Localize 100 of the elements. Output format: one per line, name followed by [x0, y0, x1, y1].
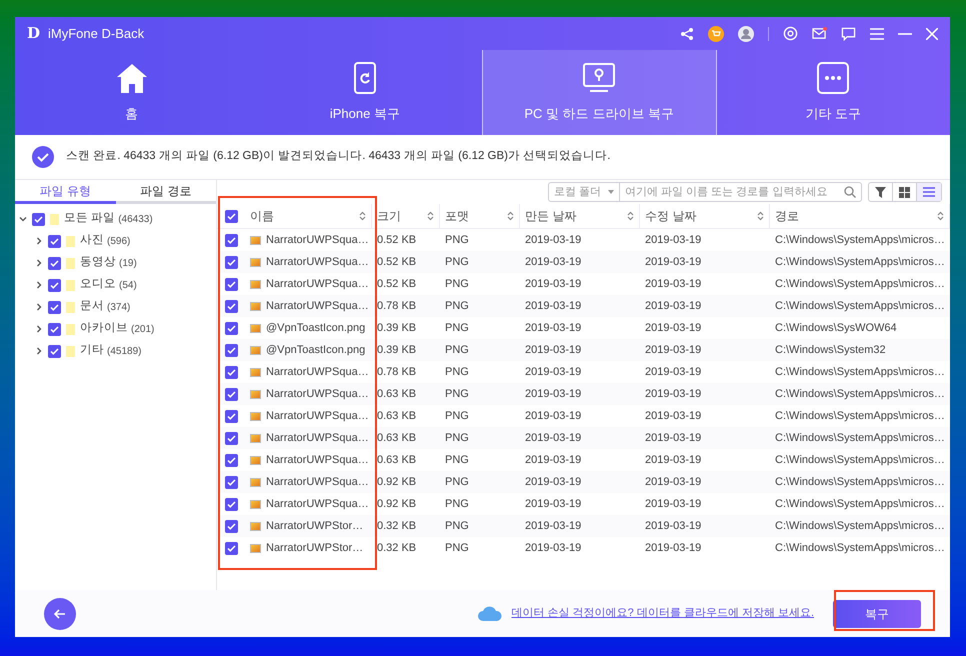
tree-item-label[interactable]: 오디오	[80, 276, 116, 294]
column-header[interactable]: 이름	[245, 204, 372, 228]
checkbox[interactable]	[224, 476, 238, 488]
table-cell-text: 2019-03-19	[645, 518, 702, 534]
tree-item-label[interactable]: 아카이브	[80, 320, 128, 338]
checkbox[interactable]	[224, 520, 238, 532]
cart-icon[interactable]	[708, 26, 724, 42]
table-cell-text: 2019-03-19	[645, 386, 702, 402]
table-cell-text: PNG	[445, 408, 469, 424]
cloud-icon	[477, 606, 504, 621]
checkbox[interactable]	[224, 256, 238, 268]
collapsed-caret-icon[interactable]	[35, 259, 43, 267]
table-cell-text: C:\Windows\SystemApps\micros…	[775, 474, 945, 490]
column-header[interactable]: 수정 날짜	[640, 204, 770, 228]
checkbox[interactable]	[224, 322, 238, 334]
checkbox[interactable]	[48, 234, 61, 248]
chat-icon[interactable]	[841, 26, 856, 40]
table-cell-text: 2019-03-19	[645, 452, 702, 468]
sidebar-tab[interactable]: 파일 경로	[116, 180, 216, 204]
list-view-button[interactable]	[917, 183, 941, 201]
checkbox[interactable]	[224, 366, 238, 378]
share-icon[interactable]	[680, 26, 694, 40]
search-icon	[844, 186, 856, 198]
table-cell-text: NarratorUWPSqua…	[266, 254, 369, 270]
column-header[interactable]: 포맷	[440, 204, 520, 228]
checkbox[interactable]	[224, 454, 238, 466]
check-circle-icon	[32, 146, 54, 168]
folder-icon	[66, 346, 75, 356]
tree-item-label[interactable]: 기타	[80, 342, 104, 360]
table-cell-text: 2019-03-19	[645, 298, 702, 314]
table-cell-text: PNG	[445, 430, 469, 446]
search-field[interactable]: 여기에 파일 이름 또는 경로를 입력하세요	[620, 182, 862, 202]
table-cell-text: 2019-03-19	[525, 496, 582, 512]
folder-icon	[66, 258, 75, 268]
collapsed-caret-icon[interactable]	[35, 237, 43, 245]
table-cell-text: NarratorUWPSqua…	[266, 474, 369, 490]
checkbox[interactable]	[224, 410, 238, 422]
image-file-icon	[250, 368, 261, 376]
sidebar-tab[interactable]: 파일 유형	[15, 180, 116, 204]
checkbox[interactable]	[224, 234, 238, 246]
tree-item-label[interactable]: 사진	[80, 232, 104, 250]
table-cell-text: 2019-03-19	[645, 364, 702, 380]
user-avatar-icon[interactable]	[738, 26, 754, 42]
collapsed-caret-icon[interactable]	[35, 281, 43, 289]
image-file-icon	[250, 478, 261, 486]
table-cell-text: 2019-03-19	[645, 474, 702, 490]
table-cell-text: C:\Windows\SystemApps\micros…	[775, 386, 945, 402]
table-cell-text: NarratorUWPSqua…	[266, 386, 369, 402]
sort-icon	[627, 211, 634, 221]
checkbox[interactable]	[48, 322, 61, 336]
folder-icon	[66, 302, 75, 312]
table-cell-text: 0.92 KB	[377, 496, 416, 512]
collapsed-caret-icon[interactable]	[35, 347, 43, 355]
checkbox[interactable]	[48, 278, 61, 292]
nav-tab[interactable]: iPhone 복구	[248, 50, 482, 135]
table-cell-text: 0.52 KB	[377, 254, 416, 270]
checkbox[interactable]	[224, 344, 238, 356]
table-cell-text: NarratorUWPSqua…	[266, 408, 369, 424]
recover-button[interactable]: 복구	[833, 600, 921, 628]
close-icon[interactable]	[926, 28, 938, 40]
checkbox[interactable]	[224, 300, 238, 312]
nav-tab[interactable]: PC 및 하드 드라이브 복구	[482, 50, 717, 135]
checkbox[interactable]	[32, 212, 45, 226]
table-cell-text: 2019-03-19	[525, 518, 582, 534]
collapsed-caret-icon[interactable]	[35, 325, 43, 333]
tree-item-label[interactable]: 모든 파일	[64, 210, 116, 228]
sort-icon	[359, 211, 366, 221]
checkbox[interactable]	[224, 432, 238, 444]
table-cell-text: NarratorUWPSqua…	[266, 276, 369, 292]
checkbox[interactable]	[48, 300, 61, 314]
checkbox[interactable]	[224, 278, 238, 290]
table-cell-text: C:\Windows\SystemApps\micros…	[775, 276, 945, 292]
image-file-icon	[250, 346, 261, 354]
table-cell-text: C:\Windows\SystemApps\micros…	[775, 496, 945, 512]
menu-icon[interactable]	[870, 28, 884, 40]
checkbox[interactable]	[224, 498, 238, 510]
column-header[interactable]: 크기	[372, 204, 440, 228]
nav-tab[interactable]: 홈	[15, 50, 248, 135]
nav-tab[interactable]: 기타 도구	[716, 50, 950, 135]
checkbox[interactable]	[224, 388, 238, 400]
back-button[interactable]	[44, 598, 76, 630]
expanded-caret-icon[interactable]	[19, 215, 27, 223]
cloud-backup-link[interactable]: 데이터 손실 걱정이에요? 데이터를 클라우드에 저장해 보세요.	[511, 605, 814, 622]
tree-item-label[interactable]: 동영상	[80, 254, 116, 272]
home-icon	[116, 62, 148, 94]
checkbox[interactable]	[224, 542, 238, 554]
window-title: iMyFone D-Back	[48, 24, 144, 43]
mail-icon[interactable]	[812, 27, 827, 40]
target-icon[interactable]	[783, 26, 798, 41]
table-cell-text: 2019-03-19	[525, 298, 582, 314]
checkbox[interactable]	[48, 256, 61, 270]
table-cell-text: 0.52 KB	[377, 232, 416, 248]
checkbox[interactable]	[48, 344, 61, 358]
minimize-icon[interactable]	[898, 32, 912, 34]
collapsed-caret-icon[interactable]	[35, 303, 43, 311]
tree-item-label[interactable]: 문서	[80, 298, 104, 316]
column-header[interactable]: 만든 날짜	[520, 204, 640, 228]
checkbox[interactable]	[224, 210, 238, 222]
image-file-icon	[250, 434, 261, 442]
column-header[interactable]: 경로	[770, 204, 950, 228]
